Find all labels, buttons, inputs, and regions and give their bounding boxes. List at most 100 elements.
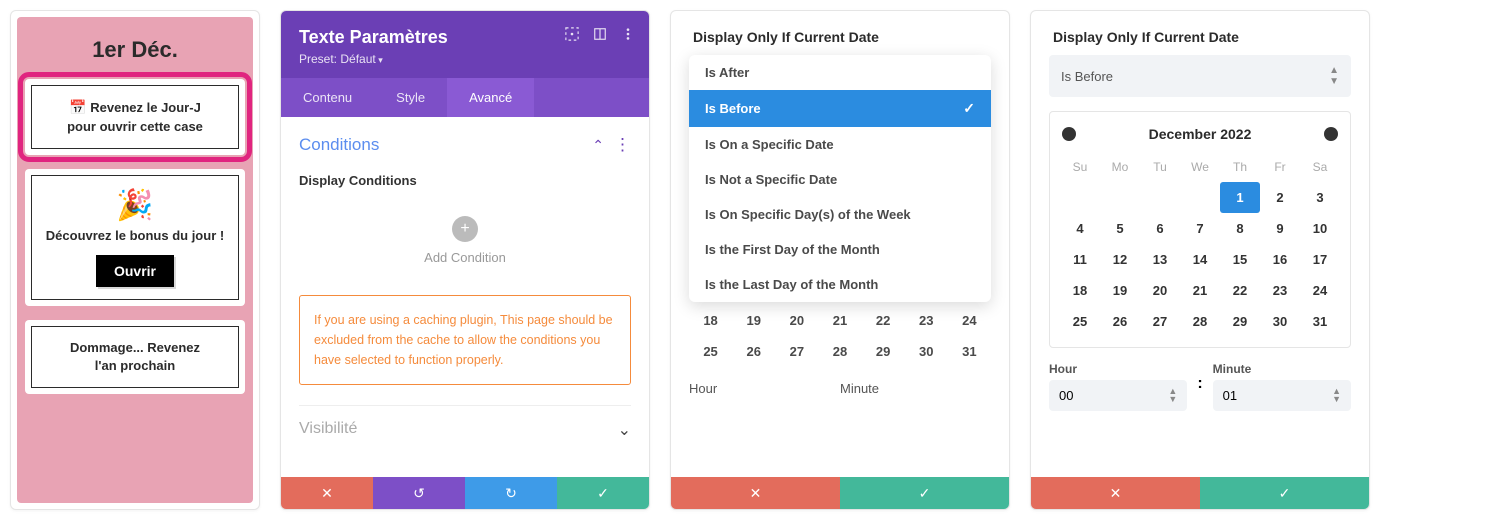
cal-day[interactable]: 20: [1140, 275, 1180, 306]
cal-day[interactable]: 1: [1220, 182, 1260, 213]
stepper-icon[interactable]: ▲▼: [1168, 388, 1177, 402]
cal-day[interactable]: 26: [1100, 306, 1140, 337]
condition-select[interactable]: Is Before ▲▼: [1049, 55, 1351, 97]
cal-day[interactable]: 24: [1300, 275, 1340, 306]
cal-day[interactable]: 28: [1180, 306, 1220, 337]
preset-dropdown[interactable]: Preset: Défaut: [299, 52, 631, 66]
cal-day[interactable]: 14: [1180, 244, 1220, 275]
confirm-button[interactable]: ✓: [557, 477, 649, 509]
option-is-first[interactable]: Is the First Day of the Month: [689, 232, 991, 267]
option-is-after[interactable]: Is After: [689, 55, 991, 90]
section-more-icon[interactable]: ⋮: [614, 135, 631, 154]
condition-options-dropdown: Is After Is Before ✓ Is On a Specific Da…: [689, 55, 991, 302]
cal-day[interactable]: 29: [1220, 306, 1260, 337]
add-condition-label: Add Condition: [299, 250, 631, 265]
cal-day[interactable]: 7: [1180, 213, 1220, 244]
cal-day[interactable]: 5: [1100, 213, 1140, 244]
cancel-button[interactable]: ✕: [281, 477, 373, 509]
cal-day[interactable]: 16: [1260, 244, 1300, 275]
cal-day[interactable]: 15: [1220, 244, 1260, 275]
cal-day[interactable]: 21: [825, 313, 855, 328]
cal-day[interactable]: 19: [739, 313, 769, 328]
cal-day[interactable]: 11: [1060, 244, 1100, 275]
settings-footer: ✕ ↺ ↻ ✓: [281, 477, 649, 509]
cal-day[interactable]: 23: [1260, 275, 1300, 306]
cal-day[interactable]: 8: [1220, 213, 1260, 244]
confirm-button[interactable]: ✓: [1200, 477, 1369, 509]
redo-button[interactable]: ↻: [465, 477, 557, 509]
cancel-button[interactable]: ✕: [1031, 477, 1200, 509]
next-month-button[interactable]: [1324, 127, 1338, 141]
option-is-on-specific[interactable]: Is On a Specific Date: [689, 127, 991, 162]
option-is-not-specific[interactable]: Is Not a Specific Date: [689, 162, 991, 197]
option-is-before[interactable]: Is Before ✓: [689, 90, 991, 127]
minute-input[interactable]: 01▲▼: [1213, 380, 1351, 411]
window-icon[interactable]: [593, 27, 607, 41]
cal-day[interactable]: 22: [868, 313, 898, 328]
tab-style[interactable]: Style: [374, 78, 447, 117]
undo-button[interactable]: ↺: [373, 477, 465, 509]
cal-day[interactable]: 30: [911, 344, 941, 359]
more-icon[interactable]: [621, 27, 635, 41]
cal-day[interactable]: 18: [1060, 275, 1100, 306]
cal-day[interactable]: 21: [1180, 275, 1220, 306]
expand-icon[interactable]: [565, 27, 579, 41]
cal-day[interactable]: 2: [1260, 182, 1300, 213]
option-is-on-days[interactable]: Is On Specific Day(s) of the Week: [689, 197, 991, 232]
minute-label: Minute: [1213, 362, 1351, 376]
calendar-row: 45678910: [1060, 213, 1340, 244]
cal-day[interactable]: 27: [1140, 306, 1180, 337]
caching-warning: If you are using a caching plugin, This …: [299, 295, 631, 385]
tab-avance[interactable]: Avancé: [447, 78, 534, 117]
calendar-preview-panel: 1er Déc. 📅 Revenez le Jour-J pour ouvrir…: [10, 10, 260, 510]
cal-day[interactable]: 31: [954, 344, 984, 359]
calendar-row: 123: [1060, 182, 1340, 213]
cal-day[interactable]: 29: [868, 344, 898, 359]
cal-day[interactable]: 3: [1300, 182, 1340, 213]
condition-heading: Display Only If Current Date: [1031, 11, 1369, 55]
open-button[interactable]: Ouvrir: [96, 255, 174, 287]
section-visibility-header[interactable]: Visibilité ⌄: [299, 405, 631, 440]
cal-day[interactable]: 18: [696, 313, 726, 328]
time-colon: :: [1197, 375, 1202, 399]
card-bonus[interactable]: 🎉 Découvrez le bonus du jour ! Ouvrir: [25, 169, 245, 306]
card-missed[interactable]: Dommage... Revenez l'an prochain: [25, 320, 245, 394]
cal-day[interactable]: 22: [1220, 275, 1260, 306]
cancel-button[interactable]: ✕: [671, 477, 840, 509]
cal-day[interactable]: 20: [782, 313, 812, 328]
cal-day[interactable]: 26: [739, 344, 769, 359]
cal-day[interactable]: 25: [1060, 306, 1100, 337]
calendar-month: December 2022: [1149, 126, 1252, 142]
hour-label: Hour: [1049, 362, 1187, 376]
cal-day[interactable]: 31: [1300, 306, 1340, 337]
cal-day[interactable]: 10: [1300, 213, 1340, 244]
tab-contenu[interactable]: Contenu: [281, 78, 374, 117]
stepper-icon[interactable]: ▲▼: [1332, 388, 1341, 402]
cal-day: [1060, 182, 1100, 213]
prev-month-button[interactable]: [1062, 127, 1076, 141]
hour-label: Hour: [689, 381, 840, 396]
hour-input[interactable]: 00▲▼: [1049, 380, 1187, 411]
add-condition-button[interactable]: +: [452, 216, 478, 242]
option-is-last[interactable]: Is the Last Day of the Month: [689, 267, 991, 302]
cal-day[interactable]: 12: [1100, 244, 1140, 275]
calendar: December 2022 SuMoTuWeThFrSa 12345678910…: [1049, 111, 1351, 348]
cal-day[interactable]: 6: [1140, 213, 1180, 244]
cal-day[interactable]: 13: [1140, 244, 1180, 275]
cal-day[interactable]: 17: [1300, 244, 1340, 275]
cal-day[interactable]: 30: [1260, 306, 1300, 337]
cal-day[interactable]: 9: [1260, 213, 1300, 244]
cal-day[interactable]: 27: [782, 344, 812, 359]
section-conditions-header[interactable]: Conditions ⌃⋮: [299, 135, 631, 155]
cal-day[interactable]: 23: [911, 313, 941, 328]
cal-day[interactable]: 28: [825, 344, 855, 359]
cal-day[interactable]: 24: [954, 313, 984, 328]
confirm-button[interactable]: ✓: [840, 477, 1009, 509]
card-missed-text: Dommage... Revenez l'an prochain: [42, 339, 228, 375]
minute-label: Minute: [840, 381, 991, 396]
cal-day[interactable]: 4: [1060, 213, 1100, 244]
cal-day[interactable]: 25: [696, 344, 726, 359]
settings-panel: Texte Paramètres Preset: Défaut Contenu …: [280, 10, 650, 510]
cal-day[interactable]: 19: [1100, 275, 1140, 306]
card-locked[interactable]: 📅 Revenez le Jour-J pour ouvrir cette ca…: [25, 79, 245, 155]
